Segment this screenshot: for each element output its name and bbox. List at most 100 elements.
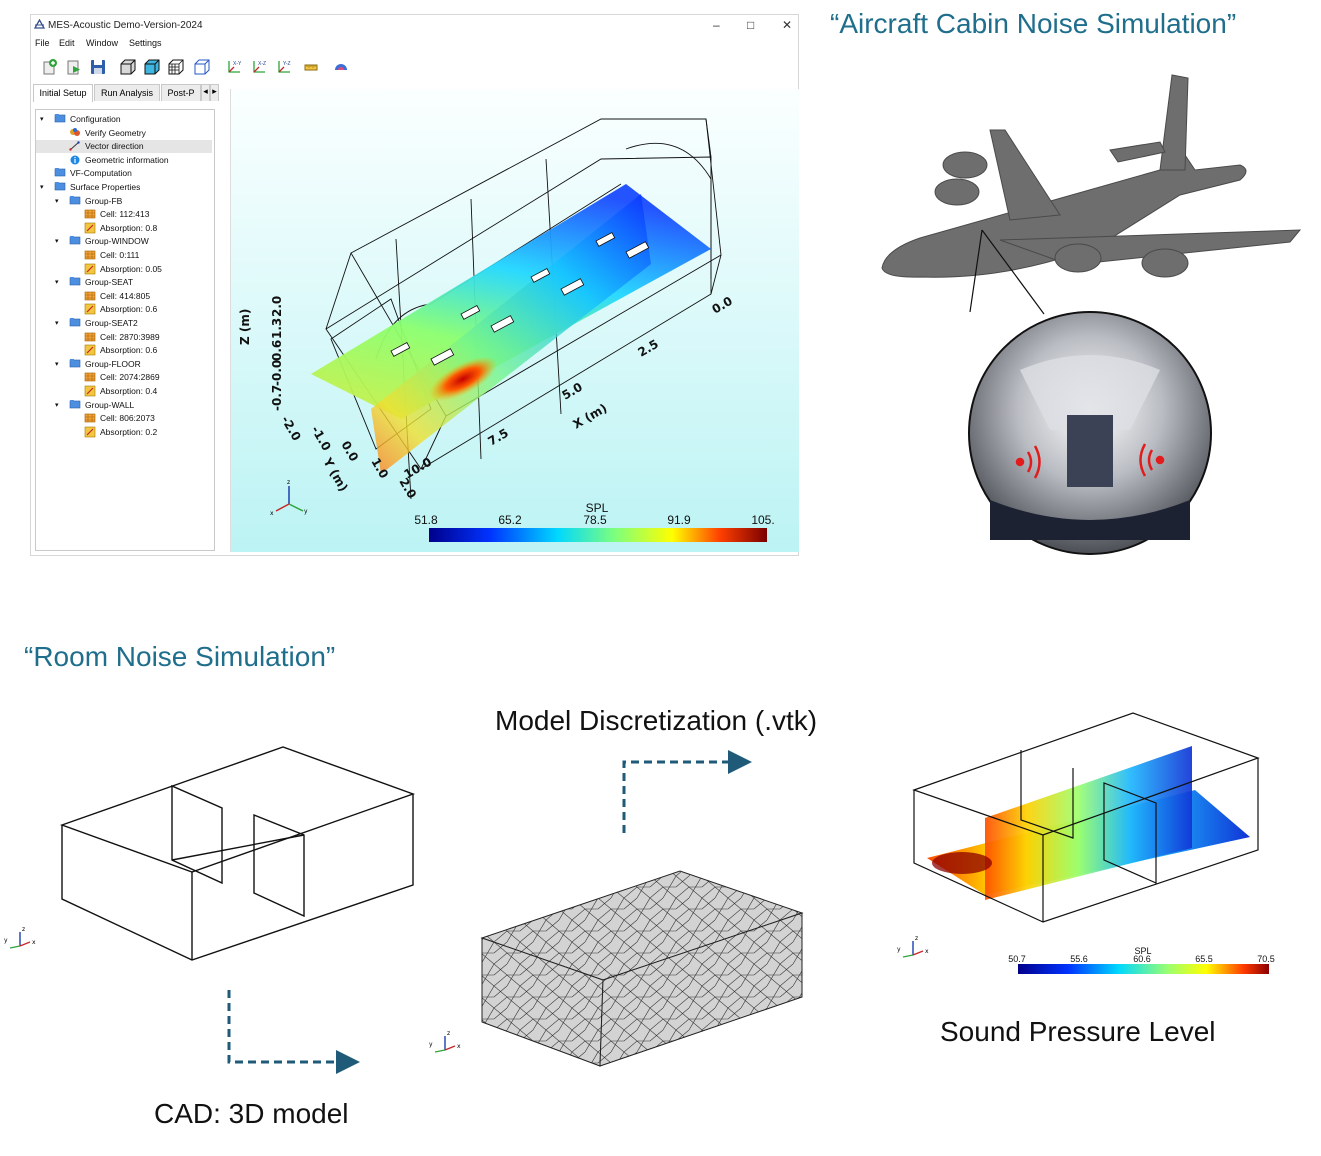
new-icon[interactable]	[41, 58, 59, 76]
y-tick-0: -2.0	[278, 414, 303, 444]
x-tick-1: 7.5	[486, 426, 511, 449]
tree-item-label: Absorption: 0.2	[100, 426, 158, 437]
app-window: MES-Acoustic Demo-Version-2024 – □ ✕ Fil…	[30, 14, 799, 556]
close-button[interactable]: ✕	[782, 18, 792, 32]
mesh-model	[480, 870, 804, 1067]
view-xy-icon[interactable]: X-Y	[225, 58, 243, 76]
tree-item-label: Vector direction	[85, 141, 144, 152]
expand-icon[interactable]: ▾	[40, 113, 44, 126]
tree-item-label: Group-SEAT2	[85, 318, 138, 328]
folder-icon	[69, 195, 81, 204]
colorbar-tick-4: 105.	[751, 513, 774, 527]
tree-item-label: Group-FB	[85, 195, 123, 206]
tree-item[interactable]: Cell: 2870:3989	[36, 331, 212, 344]
mesh-triad-icon: z y x	[429, 1030, 461, 1053]
mesh-view-icon[interactable]	[167, 58, 185, 76]
tree-item[interactable]: Cell: 2074:2869	[36, 371, 212, 384]
expand-icon[interactable]: ▾	[55, 358, 59, 371]
tree-item[interactable]: VF-Computation	[36, 167, 212, 180]
menu-edit[interactable]: Edit	[59, 38, 75, 48]
tree-item[interactable]: Cell: 0:111	[36, 249, 212, 262]
svg-text:y: y	[304, 508, 308, 515]
shaded-view-icon[interactable]	[143, 58, 161, 76]
svg-text:x: x	[270, 510, 274, 517]
expand-icon[interactable]: ▾	[55, 235, 59, 248]
tab-post-processing[interactable]: Post-P	[161, 84, 201, 101]
view-yz-icon[interactable]: Y-Z	[275, 58, 293, 76]
tree-item[interactable]: Cell: 414:805	[36, 290, 212, 303]
tree-item[interactable]: Cell: 112:413	[36, 208, 212, 221]
expand-icon[interactable]: ▾	[55, 276, 59, 289]
aircraft-icon	[881, 74, 1302, 278]
tab-scroll-left-button[interactable]: ◂	[201, 84, 210, 101]
room-caption: “Room Noise Simulation”	[24, 641, 336, 672]
run-icon[interactable]	[65, 58, 83, 76]
tree-item[interactable]: Absorption: 0.8	[36, 222, 212, 235]
chevron-left-icon: ◂	[203, 86, 208, 96]
tree-item[interactable]: Geometric information	[36, 154, 212, 167]
expand-icon[interactable]: ▾	[55, 399, 59, 412]
tree-item-label: Group-WALL	[85, 399, 135, 410]
cell-icon	[84, 413, 96, 423]
svg-text:x: x	[925, 948, 929, 955]
app-logo-icon	[34, 19, 45, 29]
tree-item[interactable]: ▾ Group-FB	[36, 195, 212, 208]
tree-item[interactable]: Absorption: 0.6	[36, 344, 212, 357]
ruler-icon[interactable]	[302, 58, 320, 76]
tree-item[interactable]: ▾ Configuration	[36, 113, 212, 126]
menu-settings[interactable]: Settings	[129, 38, 162, 48]
expand-icon[interactable]: ▾	[55, 195, 59, 208]
folder-icon	[69, 236, 81, 245]
room-colorbar: SPL 50.7 55.6 60.6 65.5 70.5	[1008, 946, 1275, 974]
tree-item[interactable]: Absorption: 0.6	[36, 303, 212, 316]
save-icon[interactable]	[89, 58, 107, 76]
minimize-button[interactable]: –	[713, 18, 720, 32]
tab-run-analysis[interactable]: Run Analysis	[94, 84, 160, 101]
svg-text:X-Y: X-Y	[233, 61, 242, 67]
tree-item[interactable]: ▾ Group-SEAT2	[36, 317, 212, 330]
tree-item[interactable]: Absorption: 0.4	[36, 385, 212, 398]
tree-item-label: Cell: 0:111	[100, 250, 140, 260]
cell-icon	[84, 291, 96, 301]
tree-item[interactable]: Verify Geometry	[36, 127, 212, 140]
expand-icon[interactable]: ▾	[55, 317, 59, 330]
tree-item[interactable]: ▾ Group-WINDOW	[36, 235, 212, 248]
cell-icon	[84, 209, 96, 219]
info-icon	[70, 155, 80, 165]
room-colorbar-tick-0: 50.7	[1008, 954, 1026, 964]
menu-file[interactable]: File	[35, 38, 50, 48]
tree-item-label: Cell: 112:413	[100, 209, 150, 220]
svg-text:x: x	[457, 1043, 461, 1050]
colorbar-tick-1: 65.2	[498, 513, 522, 527]
tab-scroll-right-button[interactable]: ▸	[210, 84, 219, 101]
menu-window[interactable]: Window	[86, 38, 118, 48]
svg-text:X-Z: X-Z	[258, 61, 266, 67]
cad-wireframe-model	[59, 746, 416, 961]
tree-item[interactable]: ▾ Group-SEAT	[36, 276, 212, 289]
aircraft-illustration	[881, 74, 1302, 555]
tree-item[interactable]: Absorption: 0.05	[36, 263, 212, 276]
tree-item[interactable]: Absorption: 0.2	[36, 426, 212, 439]
tab-initial-setup[interactable]: Initial Setup	[33, 84, 93, 102]
tree-item[interactable]: ▾ Group-FLOOR	[36, 358, 212, 371]
tree-item[interactable]: ▾ Surface Properties	[36, 181, 212, 194]
folder-icon	[69, 399, 81, 408]
room-workflow-diagram: z y x z y x z y x SPL 50.7 55.6 60.6 65.…	[4, 712, 1275, 1074]
colormap-icon[interactable]	[332, 58, 350, 76]
solid-view-icon[interactable]	[119, 58, 137, 76]
y-tick-2: 0.0	[338, 439, 361, 464]
cabin-viewport[interactable]: Z (m) 2.0 1.3 0.6 -0.0 -0.7 -2.0 -1.0 0.…	[230, 89, 799, 552]
expand-icon[interactable]: ▾	[40, 181, 44, 194]
maximize-button[interactable]: □	[747, 18, 754, 32]
tree-item[interactable]: Cell: 806:2073	[36, 412, 212, 425]
folder-icon	[69, 358, 81, 368]
tree-item[interactable]: ▾ Group-WALL	[36, 399, 212, 412]
absorption-icon	[84, 222, 96, 234]
view-xz-icon[interactable]: X-Z	[250, 58, 268, 76]
absorption-icon	[84, 385, 96, 397]
wireframe-view-icon[interactable]	[193, 58, 211, 76]
tree-item[interactable]: Vector direction	[36, 140, 212, 154]
colorbar-tick-2: 78.5	[583, 513, 607, 527]
folder-icon	[54, 182, 66, 191]
tree-item-label: Geometric information	[85, 154, 169, 165]
